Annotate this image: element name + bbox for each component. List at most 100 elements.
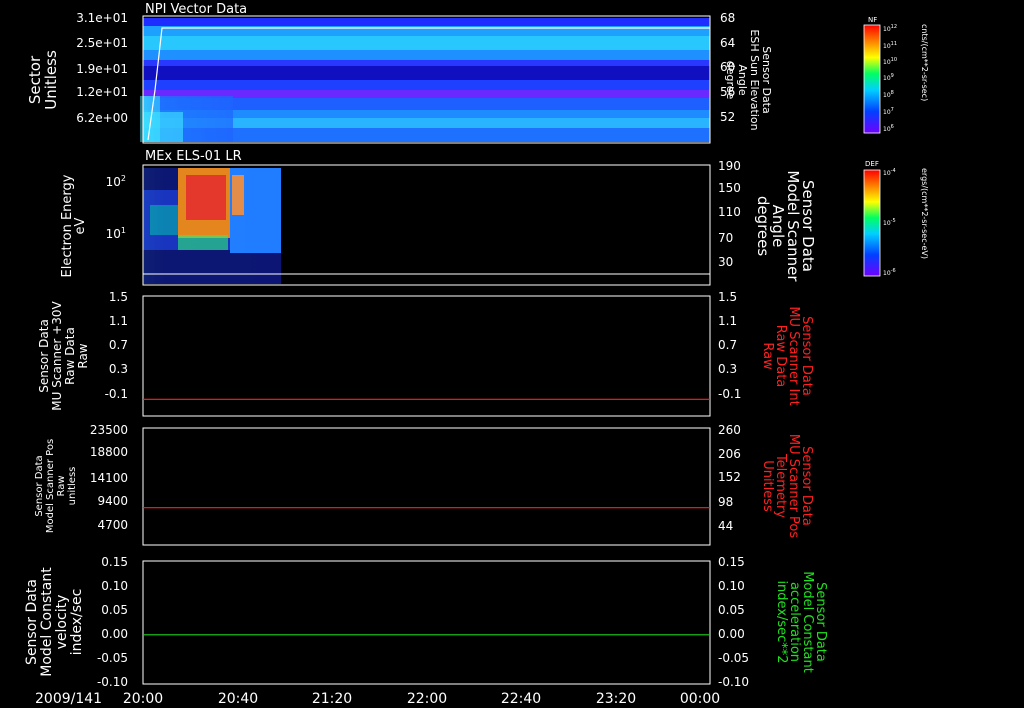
p5-ltick: 0.15 bbox=[101, 555, 128, 569]
p1-rtitle-line: degree bbox=[724, 61, 737, 100]
x-tick: 22:40 bbox=[501, 691, 541, 707]
panel-4-left-ticks: 23500 18800 14100 9400 4700 bbox=[90, 423, 128, 532]
p2-ltick: 101 bbox=[106, 226, 126, 241]
p1-ltick: 1.2e+01 bbox=[76, 85, 128, 99]
panel-4-right-title: Sensor Data MU Scanner Pos Telemetry Uni… bbox=[760, 434, 814, 539]
panel-2-spectrogram bbox=[142, 164, 711, 286]
p4-rtick: 260 bbox=[718, 423, 741, 437]
cb2-tick: 10-6 bbox=[883, 268, 896, 277]
p5-ltick: -0.05 bbox=[97, 651, 128, 665]
panel-1-heatmap bbox=[140, 15, 711, 144]
p1-ltitle-line: Unitless bbox=[42, 50, 60, 110]
x-tick: 00:00 bbox=[680, 691, 720, 707]
x-axis-date: 2009/141 bbox=[35, 691, 102, 707]
panel-4-frame bbox=[142, 427, 711, 546]
p5-rtick: -0.10 bbox=[718, 675, 749, 689]
p4-ltitle-line: Raw bbox=[56, 475, 67, 496]
p3-ltick: -0.1 bbox=[105, 387, 128, 401]
p3-ltick: 1.1 bbox=[109, 314, 128, 328]
p2-rtick: 150 bbox=[718, 181, 741, 195]
p5-ltick: 0.00 bbox=[101, 627, 128, 641]
colorbar-def-tag: DEF bbox=[865, 160, 879, 168]
p4-ltitle-line: unitless bbox=[67, 467, 78, 506]
panel-4-left-title: Sensor Data Model Scanner Pos Raw unitle… bbox=[34, 439, 78, 533]
p2-rtitle-line: degrees bbox=[754, 196, 772, 257]
p1-ltick: 1.9e+01 bbox=[76, 62, 128, 76]
p5-ltitle-line: velocity bbox=[54, 595, 70, 650]
x-tick: 21:20 bbox=[312, 691, 352, 707]
p4-rtick: 98 bbox=[718, 495, 733, 509]
cb1-tick: 108 bbox=[883, 90, 894, 99]
panel-1-title: NPI Vector Data bbox=[145, 2, 247, 17]
cb1-tick: 107 bbox=[883, 107, 894, 116]
p5-ltitle-line: Model Constant bbox=[39, 567, 55, 677]
p4-ltitle-line: Model Scanner Pos bbox=[45, 439, 56, 533]
panel-2-title: MEx ELS-01 LR bbox=[145, 149, 242, 164]
p5-ltitle-line: index/sec bbox=[69, 589, 85, 656]
p5-rtitle-line: index/sec**2 bbox=[774, 580, 789, 663]
p5-rtick: 0.05 bbox=[718, 603, 745, 617]
panel-5-frame bbox=[142, 560, 711, 685]
p4-rtick: 44 bbox=[718, 519, 733, 533]
p5-rtick: 0.00 bbox=[718, 627, 745, 641]
panel-3-left-title: Sensor Data MU Scanner +30V Raw Data Raw bbox=[37, 301, 90, 411]
p3-ltick: 1.5 bbox=[109, 290, 128, 304]
panel-3-frame bbox=[142, 295, 711, 417]
colorbar-def-ticks: 10-4 10-5 10-6 bbox=[883, 168, 896, 277]
colorbar-def: DEF 10-4 10-5 10-6 ergs/(cm**2-sr-sec-eV… bbox=[863, 160, 929, 277]
p2-rtick: 70 bbox=[718, 231, 733, 245]
p4-rtick: 152 bbox=[718, 470, 741, 484]
cb1-tick: 1012 bbox=[883, 24, 897, 33]
panel-3-right-ticks: 1.5 1.1 0.7 0.3 -0.1 bbox=[718, 290, 741, 401]
x-axis: 2009/141 20:00 20:40 21:20 22:00 22:40 2… bbox=[35, 691, 720, 707]
cb2-tick: 10-5 bbox=[883, 218, 896, 227]
p5-ltick: -0.10 bbox=[97, 675, 128, 689]
panel-1-left-ticks: 3.1e+01 2.5e+01 1.9e+01 1.2e+01 6.2e+00 bbox=[76, 11, 128, 125]
panel-2-right-ticks: 190 150 110 70 30 bbox=[718, 159, 741, 269]
p3-rtick: -0.1 bbox=[718, 387, 741, 401]
p2-ltitle-line: eV bbox=[73, 217, 88, 234]
p3-rtick: 1.1 bbox=[718, 314, 737, 328]
x-tick: 22:00 bbox=[407, 691, 447, 707]
p1-ltick: 6.2e+00 bbox=[76, 111, 128, 125]
panel-4-right-ticks: 260 206 152 98 44 bbox=[718, 423, 741, 533]
x-tick: 20:40 bbox=[218, 691, 258, 707]
cb1-tick: 109 bbox=[883, 73, 894, 82]
panel-3-right-title: Sensor Data MU Scanner Int Raw Data Raw bbox=[760, 306, 814, 405]
p1-rtick: 52 bbox=[720, 110, 735, 124]
p3-rtitle-line: Raw bbox=[760, 342, 775, 370]
p3-ltitle-line: MU Scanner +30V bbox=[50, 301, 64, 411]
panel-3-left-ticks: 1.5 1.1 0.7 0.3 -0.1 bbox=[105, 290, 128, 401]
p4-ltick: 4700 bbox=[97, 518, 128, 532]
p3-ltitle-line: Sensor Data bbox=[37, 319, 51, 393]
p3-rtick: 1.5 bbox=[718, 290, 737, 304]
p1-rtick: 64 bbox=[720, 36, 735, 50]
panel-2-left-ticks: 102 101 bbox=[106, 174, 126, 241]
p3-ltitle-line: Raw Data bbox=[63, 327, 77, 385]
p5-rtick: 0.10 bbox=[718, 579, 745, 593]
p1-ltick: 3.1e+01 bbox=[76, 11, 128, 25]
p4-ltitle-line: Sensor Data bbox=[34, 455, 45, 516]
panel-1-left-title: Sector Unitless bbox=[26, 50, 60, 110]
colorbar-nf-unit: cnts/(cm**2-sr-sec) bbox=[920, 24, 929, 101]
p4-ltick: 18800 bbox=[90, 445, 128, 459]
colorbar-nf-ticks: 1012 1011 1010 109 108 107 106 bbox=[883, 24, 897, 133]
p5-ltick: 0.10 bbox=[101, 579, 128, 593]
p5-ltitle-line: Sensor Data bbox=[24, 579, 40, 665]
panel-5-right-title: Sensor Data Model Constant acceleration … bbox=[774, 571, 828, 673]
p2-ltick: 102 bbox=[106, 174, 126, 189]
colorbar-nf: NF 1012 1011 1010 109 108 107 106 cnts/(… bbox=[863, 16, 929, 134]
p3-ltick: 0.7 bbox=[109, 338, 128, 352]
panel-2-left-title: Electron Energy eV bbox=[60, 174, 88, 277]
cb1-tick: 106 bbox=[883, 124, 894, 133]
cb1-tick: 1011 bbox=[883, 41, 897, 50]
p3-rtick: 0.7 bbox=[718, 338, 737, 352]
x-tick: 20:00 bbox=[123, 691, 163, 707]
p2-rtick: 30 bbox=[718, 255, 733, 269]
plot-canvas: NPI Vector Data MEx ELS-01 LR 3.1e+01 2.… bbox=[24, 2, 929, 707]
panel-5-left-ticks: 0.15 0.10 0.05 0.00 -0.05 -0.10 bbox=[97, 555, 128, 689]
x-tick: 23:20 bbox=[596, 691, 636, 707]
p3-ltitle-line: Raw bbox=[76, 343, 90, 368]
p3-ltick: 0.3 bbox=[109, 362, 128, 376]
cb2-tick: 10-4 bbox=[883, 168, 896, 177]
